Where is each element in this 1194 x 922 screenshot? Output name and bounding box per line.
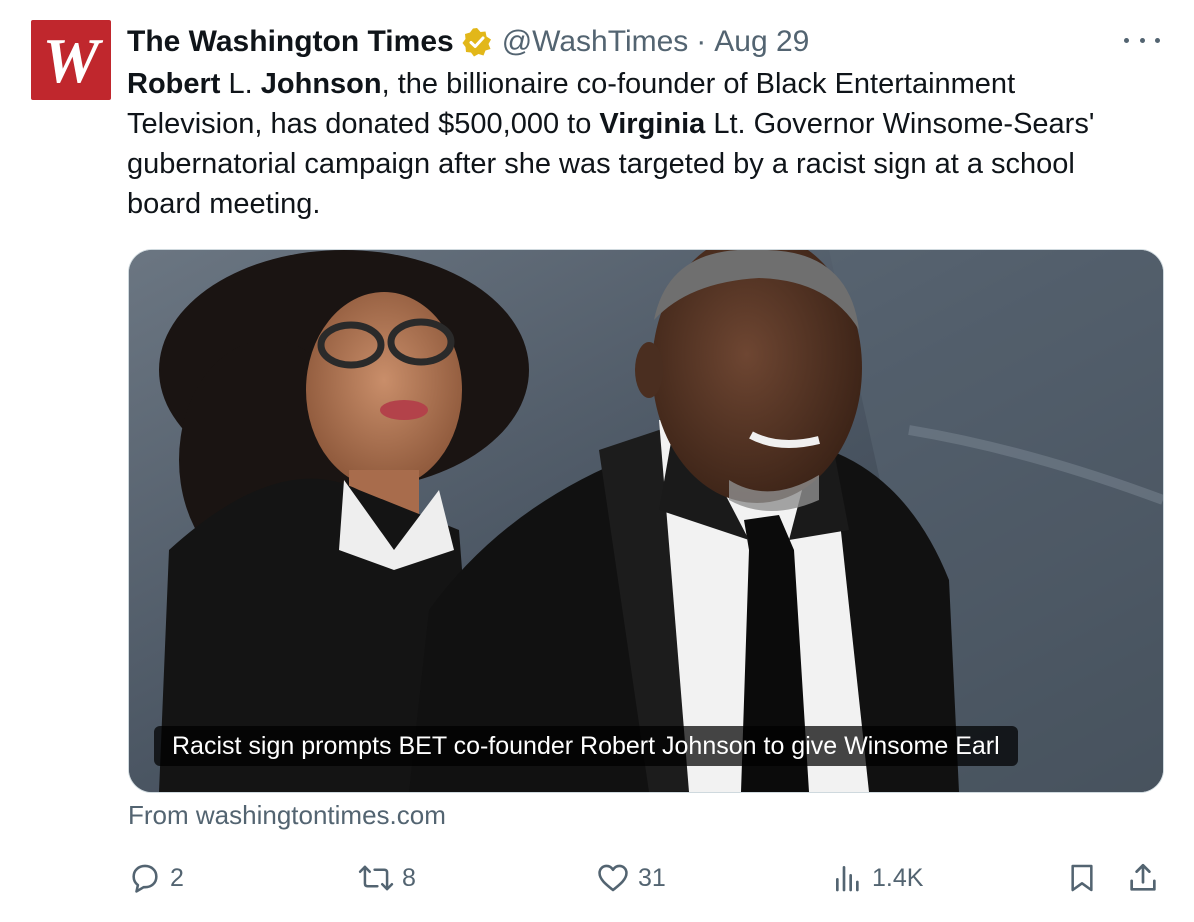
share-icon (1130, 863, 1156, 891)
views-chart-icon (836, 866, 859, 892)
tweet-text-bold: Virginia (599, 108, 706, 140)
like-button[interactable]: 31 (596, 856, 666, 900)
article-photo (129, 250, 1163, 792)
account-handle[interactable]: @WashTimes (502, 22, 689, 62)
verified-badge-icon (462, 27, 492, 57)
like-count: 31 (638, 863, 666, 892)
tweet[interactable]: W The Washington Times @WashTimes · Aug … (0, 0, 1194, 922)
tweet-text-run: L. (220, 68, 261, 100)
views-button[interactable]: 1.4K (832, 856, 923, 900)
separator-dot: · (696, 25, 707, 58)
reply-button[interactable]: 2 (128, 856, 184, 900)
tweet-text-bold: Johnson (260, 68, 382, 100)
tweet-date[interactable]: Aug 29 (714, 22, 809, 62)
reply-icon (132, 864, 158, 893)
washington-times-logo: W (43, 25, 104, 96)
avatar[interactable]: W (31, 20, 111, 100)
bookmark-button[interactable] (1066, 856, 1098, 900)
tweet-text-bold: Robert (127, 68, 221, 100)
reply-count: 2 (170, 863, 184, 892)
svg-text:W: W (43, 25, 104, 96)
link-card[interactable]: Racist sign prompts BET co-founder Rober… (128, 249, 1164, 793)
repost-button[interactable]: 8 (358, 856, 416, 900)
account-name[interactable]: The Washington Times (127, 22, 454, 62)
views-count: 1.4K (872, 863, 924, 892)
repost-count: 8 (402, 863, 416, 892)
more-options-icon[interactable] (1124, 28, 1160, 52)
card-source[interactable]: From washingtontimes.com (128, 797, 446, 833)
heart-icon (598, 864, 628, 892)
repost-icon (358, 865, 394, 891)
tweet-text: Robert L. Johnson, the billionaire co-fo… (127, 64, 1147, 224)
tweet-actions: 2 8 31 1.4K (0, 856, 1194, 900)
share-button[interactable] (1126, 856, 1160, 900)
bookmark-icon (1071, 864, 1093, 892)
card-caption: Racist sign prompts BET co-founder Rober… (154, 726, 1018, 766)
tweet-header: The Washington Times @WashTimes · Aug 29 (127, 22, 809, 62)
